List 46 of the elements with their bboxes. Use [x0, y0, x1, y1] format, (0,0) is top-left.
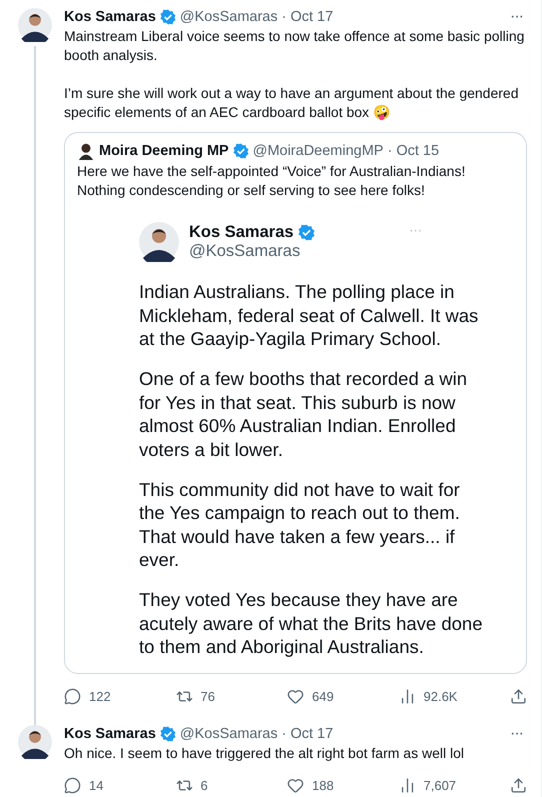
quoted-post[interactable]	[64, 132, 527, 674]
avatar[interactable]	[18, 725, 52, 759]
post-date[interactable]: Oct 17	[290, 726, 334, 742]
share-icon	[510, 777, 527, 794]
author-name[interactable]: Kos Samaras	[64, 726, 156, 742]
post-text: Mainstream Liberal voice seems to now take offence at some basic polling booth analysis.	[64, 27, 526, 65]
author-name: Kos Samaras	[189, 223, 294, 242]
views-button[interactable]: 92.6K	[398, 688, 458, 705]
reply-button[interactable]: 122	[64, 688, 124, 705]
more-options-button: ···	[404, 222, 426, 240]
avatar[interactable]	[139, 222, 179, 262]
post-text: This community did not have to wait for the Yes campaign to reach out to them. That would have taken a few years... if ever.	[139, 478, 461, 572]
share-button[interactable]	[510, 777, 527, 794]
reply-icon	[64, 777, 81, 794]
post-text: One of a few booths that recorded a win for Yes in that seat. This suburb is now almost 60% Australian Indian. Enrolled voters a bit lower.	[139, 367, 468, 461]
separator-dot: ·	[282, 9, 286, 25]
author-handle[interactable]: @KosSamaras	[180, 726, 278, 742]
avatar[interactable]	[18, 8, 52, 42]
post-date[interactable]: Oct 15	[396, 143, 440, 159]
repost-button[interactable]: 76	[176, 688, 236, 705]
author-handle[interactable]: @KosSamaras	[180, 9, 278, 25]
post-date[interactable]: Oct 17	[290, 9, 334, 25]
share-button[interactable]	[510, 688, 527, 705]
like-button[interactable]: 188	[287, 777, 347, 794]
separator-dot: ·	[282, 726, 286, 742]
post-text: I’m sure she will work out a way to have an argument about the gendered specific elements of an AEC cardboard ballot box 🤪	[64, 84, 520, 122]
post-text: They voted Yes because they have are acutely aware of what the Brits have done to them and Aboriginal Australians.	[139, 588, 484, 658]
reply-button[interactable]: 14	[64, 777, 124, 794]
post-text: Oh nice. I seem to have triggered the alt right bot farm as well lol	[64, 744, 465, 763]
heart-icon	[287, 688, 304, 705]
repost-button[interactable]: 6	[176, 777, 236, 794]
reply-icon	[64, 688, 81, 705]
author-handle: @KosSamaras	[189, 242, 300, 260]
more-options-button[interactable]: ···	[506, 8, 527, 26]
author-name[interactable]: Moira Deeming MP	[99, 143, 229, 159]
like-button[interactable]: 649	[287, 688, 347, 705]
share-icon	[510, 688, 527, 705]
quoted-text: Here we have the self-appointed “Voice” for Australian-Indians! Nothing condescending or self serving to see here folks!	[77, 162, 466, 200]
post-text: Indian Australians. The polling place in Mickleham, federal seat of Calwell. It was at the Gaayip-Yagila Primary School.	[139, 280, 480, 350]
author-handle[interactable]: @MoiraDeemingMP	[252, 143, 384, 159]
views-button[interactable]: 7,607	[398, 777, 458, 794]
more-options-button[interactable]: ···	[506, 725, 527, 743]
author-name[interactable]: Kos Samaras	[64, 9, 156, 25]
avatar[interactable]	[77, 142, 95, 160]
heart-icon	[287, 777, 304, 794]
separator-dot: ·	[387, 143, 392, 159]
